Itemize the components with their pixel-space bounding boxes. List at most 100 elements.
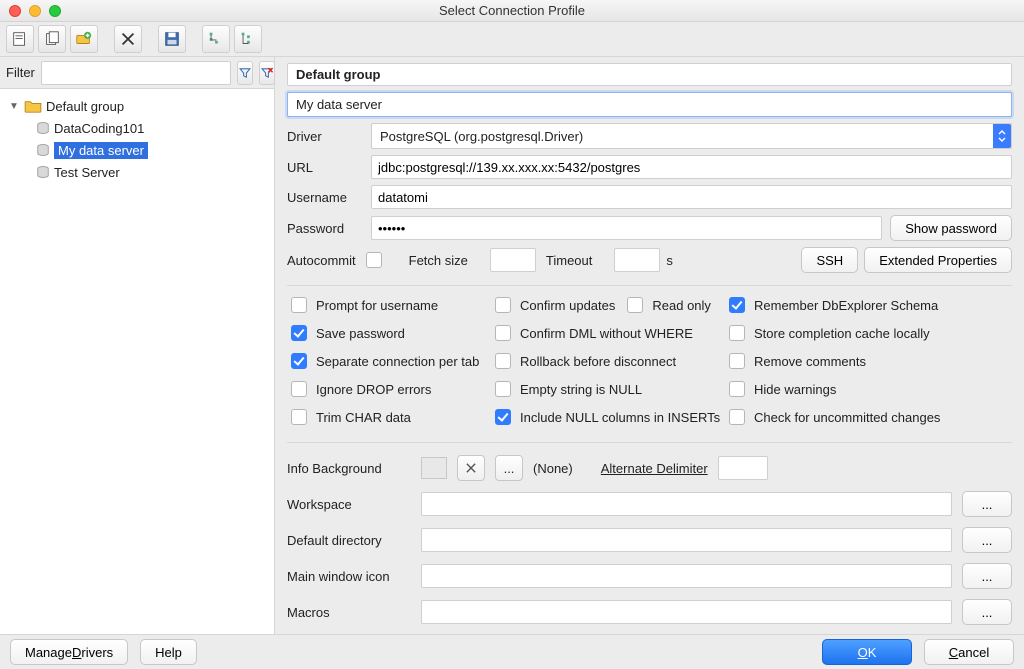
alternate-delimiter-link[interactable]: Alternate Delimiter xyxy=(601,461,708,476)
confirm-dml-label: Confirm DML without WHERE xyxy=(520,326,693,341)
profile-name-field[interactable]: My data server xyxy=(287,92,1012,117)
filter-row: Filter xyxy=(0,57,274,89)
default-dir-field[interactable] xyxy=(421,528,952,552)
group-name-field[interactable]: Default group xyxy=(287,63,1012,86)
confirm-updates-label: Confirm updates xyxy=(520,298,615,313)
remember-schema-checkbox[interactable] xyxy=(729,297,745,313)
options-grid: Prompt for username Confirm updates Read… xyxy=(287,285,1012,428)
tree-item-label: DataCoding101 xyxy=(54,121,144,136)
tree-group-label: Default group xyxy=(46,99,124,114)
timeout-field[interactable] xyxy=(614,248,660,272)
ignore-drop-label: Ignore DROP errors xyxy=(316,382,431,397)
expand-tree-button[interactable] xyxy=(202,25,230,53)
driver-select-value: PostgreSQL (org.postgresql.Driver) xyxy=(380,129,583,144)
hide-warnings-checkbox[interactable] xyxy=(729,381,745,397)
delete-button[interactable] xyxy=(114,25,142,53)
confirm-dml-checkbox[interactable] xyxy=(495,325,511,341)
tree-item[interactable]: DataCoding101 xyxy=(0,117,274,139)
driver-select[interactable]: PostgreSQL (org.postgresql.Driver) xyxy=(371,123,1012,149)
main-icon-field[interactable] xyxy=(421,564,952,588)
extended-properties-button[interactable]: Extended Properties xyxy=(864,247,1012,273)
read-only-checkbox[interactable] xyxy=(627,297,643,313)
macros-browse-button[interactable]: ... xyxy=(962,599,1012,625)
help-button[interactable]: Help xyxy=(140,639,197,665)
url-label: URL xyxy=(287,160,363,175)
workspace-field[interactable] xyxy=(421,492,952,516)
sidebar: Filter ▼ Default group DataCoding101 My … xyxy=(0,57,275,634)
database-icon xyxy=(36,143,50,157)
ssh-button[interactable]: SSH xyxy=(801,247,858,273)
autocommit-label: Autocommit xyxy=(287,253,356,268)
autocommit-checkbox[interactable] xyxy=(366,252,382,268)
store-cache-checkbox[interactable] xyxy=(729,325,745,341)
toolbar xyxy=(0,22,1024,56)
trim-char-checkbox[interactable] xyxy=(291,409,307,425)
tree-item-label: My data server xyxy=(54,142,148,159)
prompt-username-checkbox[interactable] xyxy=(291,297,307,313)
driver-label: Driver xyxy=(287,129,363,144)
filter-label: Filter xyxy=(6,65,35,80)
tree-item[interactable]: My data server xyxy=(0,139,274,161)
trim-char-label: Trim CHAR data xyxy=(316,410,411,425)
rollback-disconnect-checkbox[interactable] xyxy=(495,353,511,369)
new-group-button[interactable] xyxy=(70,25,98,53)
ignore-drop-checkbox[interactable] xyxy=(291,381,307,397)
profile-tree[interactable]: ▼ Default group DataCoding101 My data se… xyxy=(0,89,274,634)
alt-delimiter-field[interactable] xyxy=(718,456,768,480)
password-field[interactable] xyxy=(371,216,882,240)
username-field[interactable] xyxy=(371,185,1012,209)
save-button[interactable] xyxy=(158,25,186,53)
clear-filter-button[interactable] xyxy=(259,61,275,85)
store-cache-label: Store completion cache locally xyxy=(754,326,930,341)
check-uncommitted-checkbox[interactable] xyxy=(729,409,745,425)
url-field[interactable] xyxy=(371,155,1012,179)
include-null-checkbox[interactable] xyxy=(495,409,511,425)
tree-group[interactable]: ▼ Default group xyxy=(0,95,274,117)
fetch-size-field[interactable] xyxy=(490,248,536,272)
database-icon xyxy=(36,121,50,135)
empty-null-checkbox[interactable] xyxy=(495,381,511,397)
dropdown-arrow-icon xyxy=(993,124,1011,148)
tree-item[interactable]: Test Server xyxy=(0,161,274,183)
timeout-label: Timeout xyxy=(546,253,592,268)
macros-field[interactable] xyxy=(421,600,952,624)
copy-profile-button[interactable] xyxy=(38,25,66,53)
folder-icon xyxy=(24,99,42,113)
workspace-label: Workspace xyxy=(287,497,411,512)
manage-drivers-button[interactable]: Manage Drivers xyxy=(10,639,128,665)
rollback-disconnect-label: Rollback before disconnect xyxy=(520,354,676,369)
prompt-username-label: Prompt for username xyxy=(316,298,438,313)
apply-filter-button[interactable] xyxy=(237,61,253,85)
clear-color-button[interactable] xyxy=(457,455,485,481)
save-password-checkbox[interactable] xyxy=(291,325,307,341)
database-icon xyxy=(36,165,50,179)
timeout-unit: s xyxy=(666,253,673,268)
workspace-browse-button[interactable]: ... xyxy=(962,491,1012,517)
show-password-button[interactable]: Show password xyxy=(890,215,1012,241)
password-label: Password xyxy=(287,221,363,236)
fetch-size-label: Fetch size xyxy=(409,253,468,268)
confirm-updates-checkbox[interactable] xyxy=(495,297,511,313)
remove-comments-checkbox[interactable] xyxy=(729,353,745,369)
separate-connection-checkbox[interactable] xyxy=(291,353,307,369)
info-bg-none: (None) xyxy=(533,461,573,476)
macros-label: Macros xyxy=(287,605,411,620)
tree-item-label: Test Server xyxy=(54,165,120,180)
main-icon-label: Main window icon xyxy=(287,569,411,584)
check-uncommitted-label: Check for uncommitted changes xyxy=(754,410,940,425)
new-profile-button[interactable] xyxy=(6,25,34,53)
filter-input[interactable] xyxy=(41,61,231,85)
cancel-button[interactable]: Cancel xyxy=(924,639,1014,665)
footer: Manage Drivers Help OK Cancel xyxy=(0,635,1024,669)
default-dir-label: Default directory xyxy=(287,533,411,548)
ok-button[interactable]: OK xyxy=(822,639,912,665)
remember-schema-label: Remember DbExplorer Schema xyxy=(754,298,938,313)
disclosure-triangle-icon[interactable]: ▼ xyxy=(8,101,20,112)
choose-color-button[interactable]: ... xyxy=(495,455,523,481)
main-icon-browse-button[interactable]: ... xyxy=(962,563,1012,589)
info-bg-color[interactable] xyxy=(421,457,447,479)
read-only-label: Read only xyxy=(652,298,711,313)
include-null-label: Include NULL columns in INSERTs xyxy=(520,410,720,425)
collapse-tree-button[interactable] xyxy=(234,25,262,53)
default-dir-browse-button[interactable]: ... xyxy=(962,527,1012,553)
